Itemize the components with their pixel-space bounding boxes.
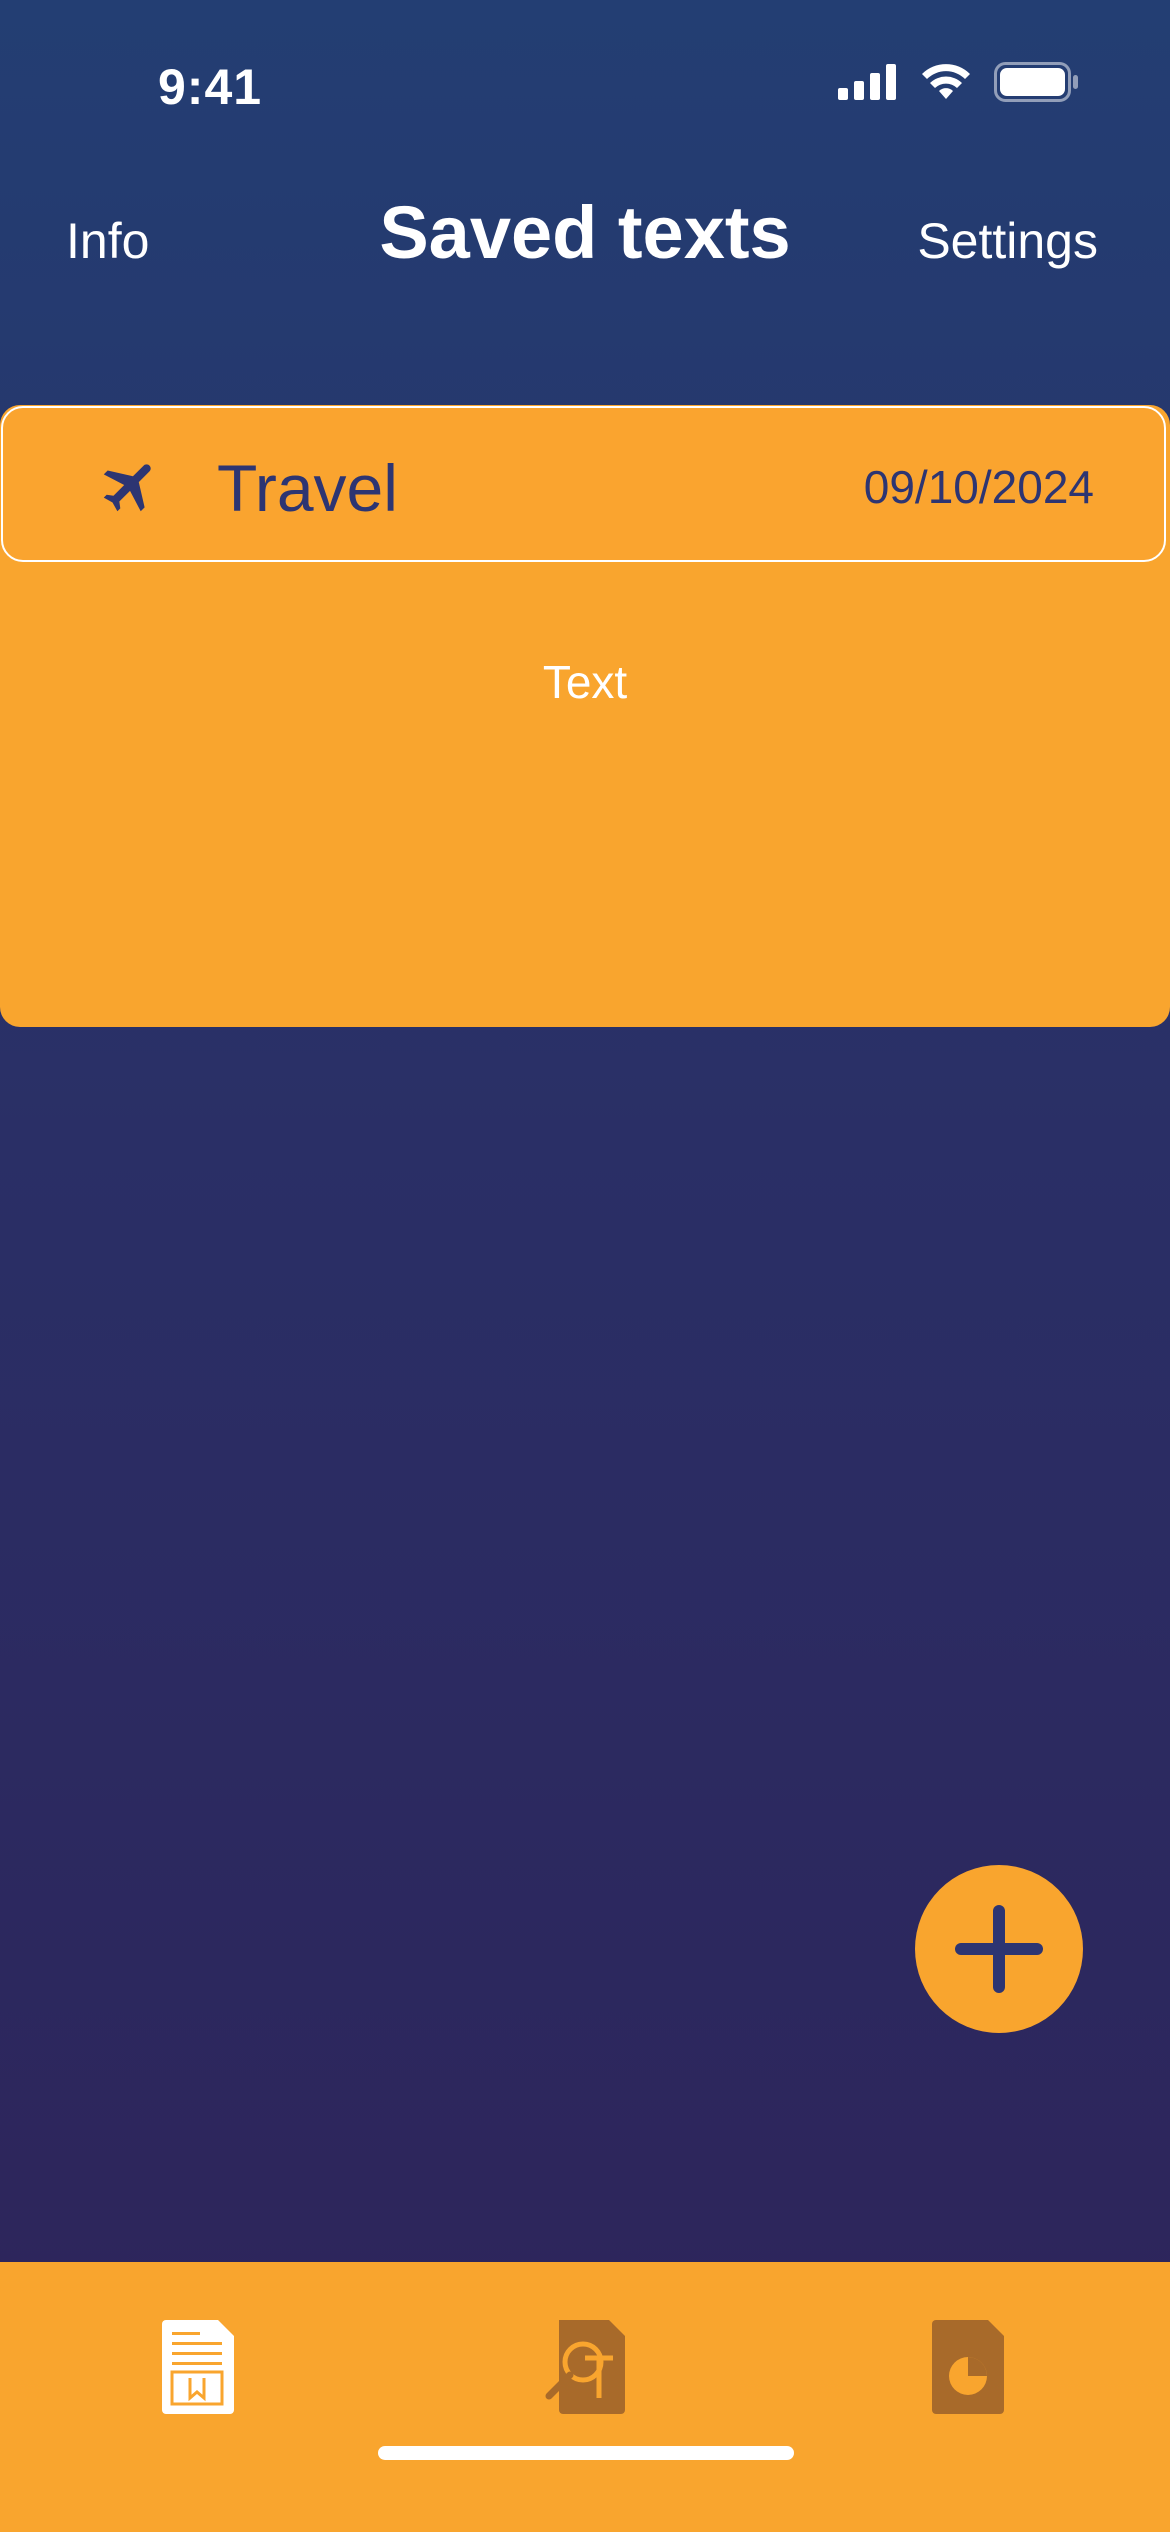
saved-document-icon (162, 2320, 234, 2414)
report-chart-document-icon (932, 2320, 1004, 2414)
battery-icon (994, 62, 1078, 102)
saved-text-card-header[interactable]: Travel 09/10/2024 (1, 406, 1166, 562)
wifi-icon (922, 64, 970, 99)
status-icons (838, 62, 1078, 102)
status-bar: 9:41 (0, 0, 1170, 150)
status-time: 9:41 (158, 59, 263, 115)
saved-text-card[interactable]: Travel 09/10/2024 Text (0, 405, 1170, 1027)
saved-text-date: 09/10/2024 (863, 461, 1094, 513)
settings-button[interactable]: Settings (917, 212, 1098, 270)
home-indicator (378, 2446, 794, 2460)
cellular-signal-icon (838, 64, 896, 100)
plus-icon (955, 1905, 1043, 1993)
tab-saved-texts[interactable] (148, 2312, 248, 2422)
tab-bar (0, 2262, 1170, 2532)
saved-text-body: Text (542, 656, 628, 708)
text-search-document-icon (545, 2320, 625, 2414)
tab-text-search[interactable] (535, 2312, 635, 2422)
tab-reports[interactable] (918, 2312, 1018, 2422)
add-text-button[interactable] (915, 1865, 1083, 2033)
airplane-icon (103, 464, 151, 512)
saved-text-title: Travel (217, 451, 398, 525)
